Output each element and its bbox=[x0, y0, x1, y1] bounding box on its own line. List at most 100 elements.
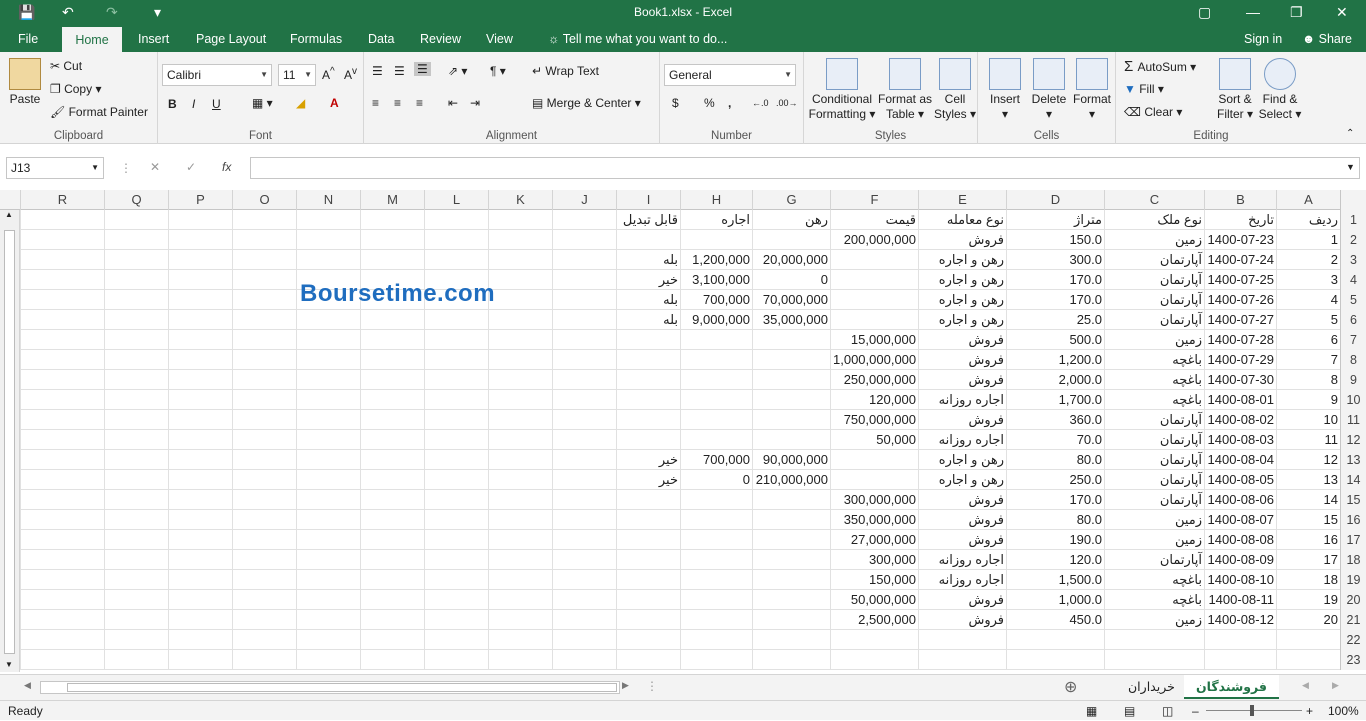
tab-data[interactable]: Data bbox=[358, 26, 404, 52]
cell-h[interactable]: 0 bbox=[680, 470, 752, 490]
cell[interactable] bbox=[232, 250, 296, 270]
row-header[interactable]: 22 bbox=[1340, 630, 1366, 650]
cell-c[interactable]: باغچه bbox=[1104, 350, 1204, 370]
cell[interactable] bbox=[296, 390, 360, 410]
cell-h[interactable]: 700,000 bbox=[680, 450, 752, 470]
column-header[interactable]: M bbox=[360, 190, 424, 210]
decrease-decimal-icon[interactable]: .00→ bbox=[776, 98, 798, 108]
cell[interactable] bbox=[168, 530, 232, 550]
tab-file[interactable]: File bbox=[8, 26, 48, 52]
cell-h[interactable] bbox=[680, 330, 752, 350]
cell-g[interactable]: 70,000,000 bbox=[752, 290, 830, 310]
cell[interactable] bbox=[232, 270, 296, 290]
cell-e[interactable]: فروش bbox=[918, 370, 1006, 390]
decrease-font-icon[interactable]: Av bbox=[344, 66, 357, 82]
cell[interactable] bbox=[104, 330, 168, 350]
underline-button[interactable]: U bbox=[212, 97, 221, 111]
cell-a[interactable]: 10 bbox=[1276, 410, 1340, 430]
align-left-icon[interactable]: ≡ bbox=[372, 96, 379, 110]
cell[interactable] bbox=[296, 590, 360, 610]
cell[interactable] bbox=[296, 370, 360, 390]
cell[interactable] bbox=[168, 210, 232, 230]
cell-i[interactable] bbox=[616, 550, 680, 570]
expand-formula-icon[interactable]: ▼ bbox=[1346, 162, 1355, 172]
cell[interactable] bbox=[488, 530, 552, 550]
cell-e[interactable]: رهن و اجاره bbox=[918, 310, 1006, 330]
tab-split-handle-icon[interactable]: ⋮ bbox=[646, 679, 658, 693]
cell[interactable] bbox=[488, 310, 552, 330]
italic-button[interactable]: I bbox=[192, 97, 195, 111]
cell-g[interactable]: 35,000,000 bbox=[752, 310, 830, 330]
cell[interactable] bbox=[104, 490, 168, 510]
column-header[interactable]: E bbox=[918, 190, 1006, 210]
cell-g[interactable] bbox=[752, 650, 830, 670]
cell-i[interactable] bbox=[616, 630, 680, 650]
increase-indent-icon[interactable]: ⇥ bbox=[470, 96, 480, 110]
cell[interactable] bbox=[168, 350, 232, 370]
cell[interactable] bbox=[20, 470, 104, 490]
cell[interactable] bbox=[296, 250, 360, 270]
cell-a[interactable]: 4 bbox=[1276, 290, 1340, 310]
column-header[interactable]: O bbox=[232, 190, 296, 210]
zoom-in-icon[interactable]: + bbox=[1306, 701, 1313, 721]
cell-styles-button[interactable]: Cell Styles ▾ bbox=[934, 58, 976, 122]
format-as-table-button[interactable]: Format as Table ▾ bbox=[876, 58, 934, 122]
cell-i[interactable]: بله bbox=[616, 290, 680, 310]
minimize-icon[interactable]: — bbox=[1246, 3, 1260, 21]
cell-g[interactable] bbox=[752, 330, 830, 350]
tab-view[interactable]: View bbox=[476, 26, 523, 52]
cell[interactable] bbox=[296, 330, 360, 350]
cell[interactable] bbox=[232, 590, 296, 610]
row-header[interactable]: 7 bbox=[1340, 330, 1366, 350]
cell-g[interactable] bbox=[752, 230, 830, 250]
cell-c[interactable]: آپارتمان bbox=[1104, 450, 1204, 470]
cell[interactable] bbox=[424, 570, 488, 590]
orientation-icon[interactable]: ⇗ ▾ bbox=[448, 64, 467, 78]
zoom-out-icon[interactable]: – bbox=[1192, 701, 1199, 721]
cell[interactable] bbox=[424, 470, 488, 490]
cell-f[interactable]: 1,000,000,000 bbox=[830, 350, 918, 370]
cell-f[interactable]: 150,000 bbox=[830, 570, 918, 590]
cell-a[interactable]: 13 bbox=[1276, 470, 1340, 490]
cell-f[interactable] bbox=[830, 650, 918, 670]
cell[interactable] bbox=[232, 630, 296, 650]
cell[interactable] bbox=[424, 330, 488, 350]
cell[interactable] bbox=[552, 510, 616, 530]
column-header[interactable]: J bbox=[552, 190, 616, 210]
cell[interactable] bbox=[20, 350, 104, 370]
cell-i[interactable]: بله bbox=[616, 310, 680, 330]
cell-d[interactable]: 170.0 bbox=[1006, 270, 1104, 290]
column-header[interactable]: N bbox=[296, 190, 360, 210]
cell-d[interactable]: 80.0 bbox=[1006, 450, 1104, 470]
cell-e[interactable]: اجاره روزانه bbox=[918, 570, 1006, 590]
cell-f[interactable] bbox=[830, 630, 918, 650]
cell[interactable] bbox=[296, 530, 360, 550]
cell[interactable] bbox=[168, 650, 232, 670]
cell[interactable] bbox=[360, 650, 424, 670]
cell[interactable] bbox=[232, 470, 296, 490]
cell-g[interactable]: 210,000,000 bbox=[752, 470, 830, 490]
cell-c[interactable]: آپارتمان bbox=[1104, 290, 1204, 310]
cell-c[interactable]: زمین bbox=[1104, 230, 1204, 250]
cell-g[interactable]: 0 bbox=[752, 270, 830, 290]
row-header[interactable]: 8 bbox=[1340, 350, 1366, 370]
align-middle-icon[interactable]: ☰ bbox=[394, 64, 405, 78]
cell-e[interactable]: اجاره روزانه bbox=[918, 550, 1006, 570]
cell-e[interactable]: اجاره روزانه bbox=[918, 390, 1006, 410]
select-all-corner[interactable] bbox=[1340, 190, 1366, 210]
cell-f[interactable]: 750,000,000 bbox=[830, 410, 918, 430]
copy-button[interactable]: ❐ Copy ▾ bbox=[50, 82, 101, 96]
cell-c[interactable]: آپارتمان bbox=[1104, 550, 1204, 570]
cell-a[interactable]: 3 bbox=[1276, 270, 1340, 290]
cell-b[interactable]: 1400-07-27 bbox=[1204, 310, 1276, 330]
cell-f[interactable]: 2,500,000 bbox=[830, 610, 918, 630]
cell[interactable] bbox=[168, 470, 232, 490]
cell-i[interactable] bbox=[616, 410, 680, 430]
cell-c[interactable]: آپارتمان bbox=[1104, 410, 1204, 430]
delete-cells-button[interactable]: Delete ▾ bbox=[1028, 58, 1070, 122]
cell-b[interactable]: 1400-07-29 bbox=[1204, 350, 1276, 370]
cell[interactable] bbox=[552, 210, 616, 230]
cell[interactable] bbox=[20, 290, 104, 310]
row-header[interactable]: 18 bbox=[1340, 550, 1366, 570]
cell-d[interactable]: 500.0 bbox=[1006, 330, 1104, 350]
